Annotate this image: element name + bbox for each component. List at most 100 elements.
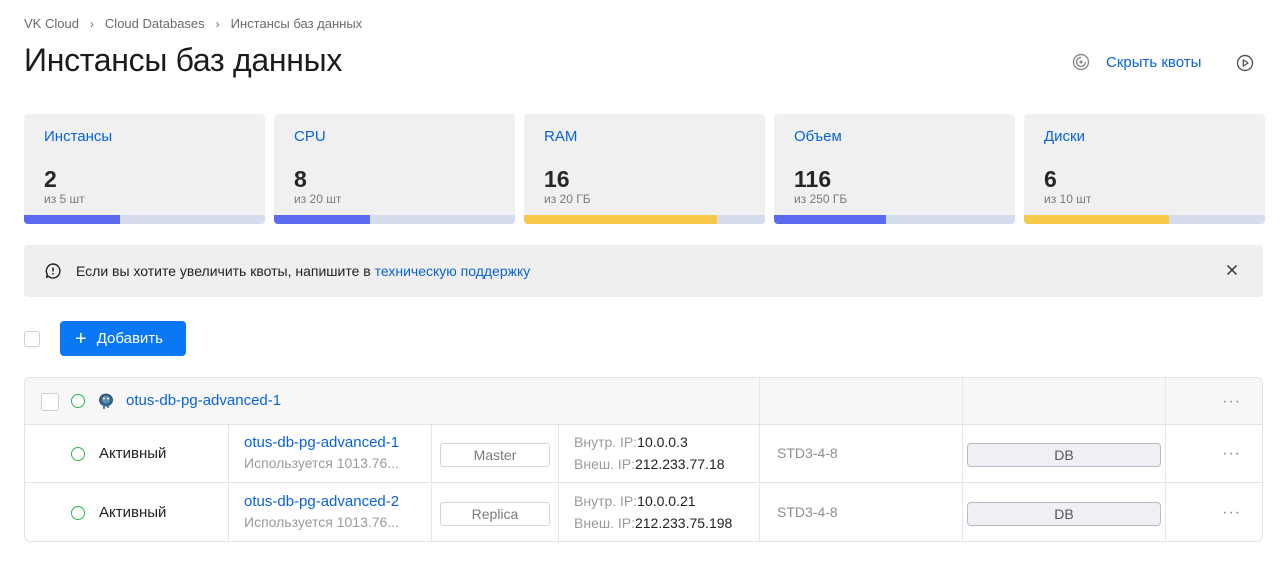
group-checkbox[interactable] [41, 393, 59, 411]
column-divider [228, 484, 229, 541]
external-ip: Внеш. IP:212.233.77.18 [574, 456, 725, 472]
column-divider [1165, 484, 1166, 541]
chevron-right-icon: › [215, 16, 220, 31]
column-divider [431, 425, 432, 482]
column-divider [558, 425, 559, 482]
quota-card-ram: RAM 16 из 20 ГБ [524, 114, 765, 224]
quota-card-volume: Объем 116 из 250 ГБ [774, 114, 1015, 224]
quota-limit: из 20 ГБ [544, 192, 591, 206]
instance-flavor: STD3-4-8 [777, 504, 838, 520]
breadcrumb-cloud-databases[interactable]: Cloud Databases [105, 16, 205, 31]
instance-usage: Используется 1013.76... [244, 455, 400, 471]
quota-value: 8 [294, 166, 307, 192]
hide-quotas-button[interactable]: Скрыть квоты [1072, 53, 1201, 71]
page-title: Инстансы баз данных [24, 42, 343, 78]
quota-progress-track [1024, 215, 1265, 224]
quota-progress-track [774, 215, 1015, 224]
internal-ip-label: Внутр. IP: [574, 434, 638, 450]
internal-ip: Внутр. IP:10.0.0.21 [574, 493, 696, 509]
more-options-icon[interactable]: ··· [1222, 505, 1241, 521]
external-ip-label: Внеш. IP: [574, 515, 635, 531]
column-divider [962, 378, 963, 424]
quota-limit: из 5 шт [44, 192, 85, 206]
play-icon[interactable] [1236, 54, 1254, 72]
status-active-icon [71, 506, 85, 520]
status-active-icon [71, 447, 85, 461]
instance-status: Активный [99, 445, 167, 462]
internal-ip-label: Внутр. IP: [574, 493, 638, 509]
internal-ip-value: 10.0.0.3 [637, 434, 688, 450]
quota-progress-fill [24, 215, 121, 224]
quota-title: Диски [1044, 128, 1085, 145]
quota-cards: Инстансы 2 из 5 шт CPU 8 из 20 шт RAM 16… [24, 114, 1265, 224]
quota-progress-track [24, 215, 265, 224]
support-link[interactable]: техническую поддержку [375, 263, 531, 279]
quota-progress-fill [274, 215, 371, 224]
instance-status: Активный [99, 504, 167, 521]
chevron-right-icon: › [89, 16, 94, 31]
quota-limit: из 250 ГБ [794, 192, 848, 206]
more-options-icon[interactable]: ··· [1222, 394, 1241, 410]
more-options-icon[interactable]: ··· [1222, 446, 1241, 462]
quota-icon [1072, 53, 1090, 71]
quota-progress-fill [1024, 215, 1169, 224]
instance-usage: Используется 1013.76... [244, 514, 400, 530]
status-active-icon [71, 394, 85, 408]
column-divider [759, 484, 760, 541]
external-ip: Внеш. IP:212.233.75.198 [574, 515, 732, 531]
select-all-checkbox[interactable] [24, 331, 40, 347]
quota-progress-track [524, 215, 765, 224]
hide-quotas-label: Скрыть квоты [1106, 53, 1202, 71]
quota-progress-track [274, 215, 515, 224]
column-divider [431, 484, 432, 541]
breadcrumb-current: Инстансы баз данных [230, 16, 363, 31]
instance-flavor: STD3-4-8 [777, 445, 838, 461]
quota-value: 16 [544, 166, 570, 192]
quota-value: 116 [794, 166, 832, 192]
column-divider [228, 425, 229, 482]
instance-name-link[interactable]: otus-db-pg-advanced-1 [244, 434, 399, 451]
quota-title: RAM [544, 128, 578, 145]
column-divider [1165, 425, 1166, 482]
instance-role-badge: Replica [440, 502, 550, 526]
table-row[interactable]: Активный otus-db-pg-advanced-1 Используе… [25, 425, 1262, 483]
quota-card-disks: Диски 6 из 10 шт [1024, 114, 1265, 224]
quota-card-cpu: CPU 8 из 20 шт [274, 114, 515, 224]
column-divider [1165, 378, 1166, 424]
add-button[interactable]: + Добавить [60, 321, 186, 356]
column-divider [962, 484, 963, 541]
quota-title: Объем [794, 128, 842, 145]
banner-text: Если вы хотите увеличить квоты, напишите… [76, 263, 530, 279]
close-icon[interactable] [1223, 261, 1241, 279]
instance-type-badge[interactable]: DB [967, 502, 1161, 526]
external-ip-value: 212.233.77.18 [634, 456, 725, 472]
quota-progress-fill [524, 215, 717, 224]
add-button-label: Добавить [96, 330, 163, 347]
message-alert-icon [45, 263, 61, 279]
instance-role-badge: Master [440, 443, 550, 467]
instances-table: otus-db-pg-advanced-1 ··· Активный otus-… [24, 377, 1263, 542]
instance-name-link[interactable]: otus-db-pg-advanced-2 [244, 493, 399, 510]
instance-type-badge[interactable]: DB [967, 443, 1161, 467]
quota-title: Инстансы [44, 128, 113, 145]
quota-title: CPU [294, 128, 326, 145]
quota-value: 2 [44, 166, 57, 192]
cluster-group-row[interactable]: otus-db-pg-advanced-1 ··· [25, 378, 1262, 425]
column-divider [759, 378, 760, 424]
banner-message: Если вы хотите увеличить квоты, напишите… [76, 263, 375, 279]
column-divider [962, 425, 963, 482]
quota-limit: из 20 шт [294, 192, 342, 206]
quota-limit: из 10 шт [1044, 192, 1092, 206]
quota-value: 6 [1044, 166, 1057, 192]
internal-ip-value: 10.0.0.21 [637, 493, 696, 509]
table-row[interactable]: Активный otus-db-pg-advanced-2 Используе… [25, 484, 1262, 541]
breadcrumb-vk-cloud[interactable]: VK Cloud [24, 16, 79, 31]
column-divider [759, 425, 760, 482]
quota-progress-fill [774, 215, 886, 224]
cluster-name-link[interactable]: otus-db-pg-advanced-1 [126, 392, 281, 409]
external-ip-value: 212.233.75.198 [634, 515, 733, 531]
plus-icon: + [75, 327, 87, 350]
quota-info-banner: Если вы хотите увеличить квоты, напишите… [24, 245, 1263, 297]
column-divider [558, 484, 559, 541]
breadcrumb: VK Cloud › Cloud Databases › Инстансы ба… [24, 16, 362, 31]
